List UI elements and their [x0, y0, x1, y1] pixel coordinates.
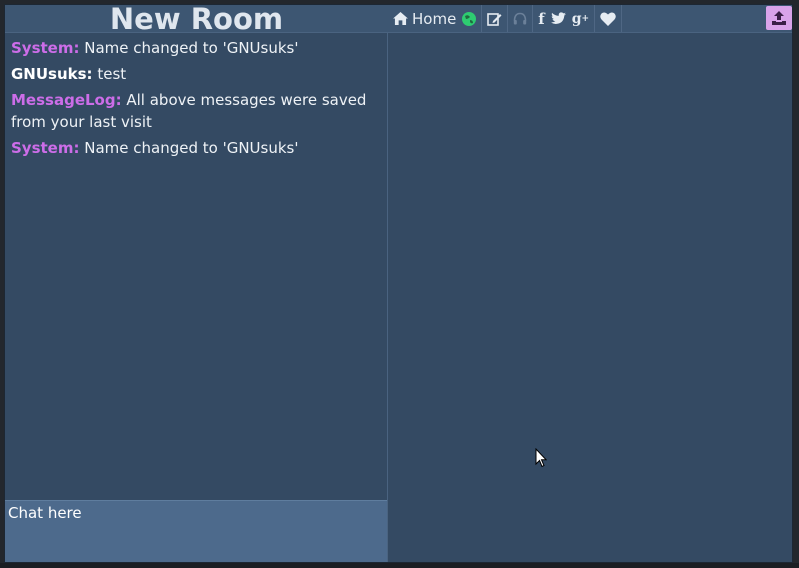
twitter-icon[interactable] [550, 9, 566, 29]
app-window: New Room System: Name changed to 'GNUsuk… [4, 4, 793, 563]
content-panel: Home f g + [388, 5, 792, 562]
facebook-icon[interactable]: f [538, 9, 544, 29]
edit-icon[interactable] [487, 9, 502, 29]
message-author: MessageLog: [11, 91, 122, 109]
message: System: Name changed to 'GNUsuks' [11, 37, 381, 59]
message-text: Name changed to 'GNUsuks' [79, 139, 299, 157]
message: MessageLog: All above messages were save… [11, 89, 381, 133]
toolbar: Home f g + [388, 5, 792, 33]
chat-panel: New Room System: Name changed to 'GNUsuk… [5, 5, 388, 562]
social-group: f g + [533, 5, 596, 32]
home-group: Home [388, 5, 483, 32]
room-title: New Room [5, 5, 388, 33]
heart-icon[interactable] [600, 9, 616, 29]
google-plus-icon[interactable]: g + [572, 9, 589, 29]
message: GNUsuks: test [11, 63, 381, 85]
headphones-icon[interactable] [513, 9, 527, 29]
chat-input[interactable] [5, 501, 387, 562]
home-label: Home [412, 9, 457, 28]
upload-button[interactable] [766, 6, 792, 30]
message-author: System: [11, 39, 80, 57]
audio-group [508, 5, 534, 32]
home-link[interactable]: Home [393, 10, 456, 28]
mouse-cursor-icon [535, 448, 547, 468]
message-author: GNUsuks: [11, 65, 93, 83]
edit-group [482, 5, 509, 32]
globe-icon[interactable] [462, 9, 477, 29]
chat-input-container [5, 500, 387, 562]
message-text: Name changed to 'GNUsuks' [79, 39, 299, 57]
window-edge [0, 563, 799, 568]
home-icon [393, 12, 408, 25]
message-list: System: Name changed to 'GNUsuks' GNUsuk… [11, 37, 381, 163]
upload-icon [772, 11, 786, 25]
message-text: test [92, 65, 127, 83]
message: System: Name changed to 'GNUsuks' [11, 137, 381, 159]
favorite-group [595, 5, 623, 32]
message-author: System: [11, 139, 80, 157]
